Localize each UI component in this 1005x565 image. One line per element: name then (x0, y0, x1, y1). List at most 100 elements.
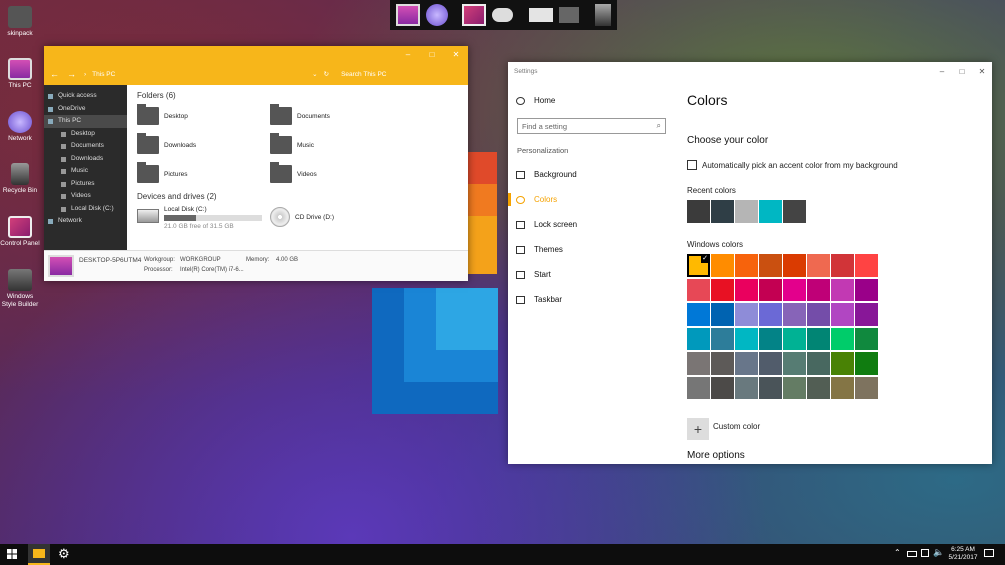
network-icon[interactable] (921, 549, 929, 557)
minimize-button[interactable]: – (932, 67, 952, 76)
refresh-icon[interactable]: ↻ (324, 70, 329, 78)
windows-color-swatch[interactable] (807, 327, 830, 350)
windows-color-swatch[interactable] (711, 303, 734, 326)
back-arrow-icon[interactable]: ← (50, 69, 59, 79)
desktop-icon-network[interactable]: Network (0, 111, 40, 143)
windows-color-swatch[interactable] (735, 303, 758, 326)
windows-color-swatch[interactable] (783, 278, 806, 301)
windows-color-swatch[interactable] (759, 254, 782, 277)
folder-documents[interactable]: Documents (270, 104, 330, 125)
windows-color-swatch[interactable] (783, 303, 806, 326)
windows-color-swatch[interactable] (855, 327, 878, 350)
clock[interactable]: 6:25 AM 5/21/2017 (946, 546, 980, 562)
windows-color-swatch[interactable] (783, 327, 806, 350)
windows-color-swatch[interactable] (783, 376, 806, 399)
battery-icon[interactable] (907, 551, 917, 557)
nav-documents[interactable]: Documents (44, 140, 127, 153)
nav-local-disk[interactable]: Local Disk (C:) (44, 203, 127, 216)
drive-icon[interactable] (529, 8, 554, 22)
auto-accent-checkbox[interactable]: Automatically pick an accent color from … (687, 160, 898, 170)
close-button[interactable]: ✕ (444, 50, 468, 59)
nav-desktop[interactable]: Desktop (44, 128, 127, 141)
start-icon[interactable] (7, 549, 17, 559)
nav-themes[interactable]: Themes (515, 237, 668, 262)
monitor-icon[interactable] (396, 4, 420, 26)
drive-local-disk[interactable]: Local Disk (C:) 21.0 GB free of 31.5 GB (137, 206, 262, 230)
windows-color-swatch[interactable] (807, 278, 830, 301)
nav-home[interactable]: Home (515, 88, 668, 113)
windows-color-swatch[interactable] (831, 303, 854, 326)
desktop-icon-windows-style-builder[interactable]: Windows Style Builder (0, 269, 40, 309)
recent-color-swatch[interactable] (783, 200, 806, 223)
windows-color-swatch[interactable] (687, 352, 710, 375)
windows-color-swatch[interactable] (759, 303, 782, 326)
nav-music[interactable]: Music (44, 165, 127, 178)
trash-icon[interactable] (595, 4, 611, 26)
windows-color-swatch[interactable] (855, 278, 878, 301)
desktop-icon-recycle-bin[interactable]: Recycle Bin (0, 163, 40, 195)
windows-color-swatch[interactable] (711, 254, 734, 277)
find-setting-input[interactable]: Find a setting ⌕ (517, 118, 666, 134)
windows-color-swatch[interactable] (759, 352, 782, 375)
minimize-button[interactable]: – (396, 50, 420, 59)
maximize-button[interactable]: □ (420, 50, 444, 59)
recent-color-swatch[interactable] (759, 200, 782, 223)
recent-color-swatch[interactable] (687, 200, 710, 223)
windows-color-swatch[interactable] (855, 303, 878, 326)
recent-color-swatch[interactable] (711, 200, 734, 223)
nav-taskbar[interactable]: Taskbar (515, 287, 668, 312)
windows-color-swatch[interactable] (807, 254, 830, 277)
breadcrumb[interactable]: This PC (92, 71, 312, 78)
folder-downloads[interactable]: Downloads (137, 133, 196, 154)
nav-onedrive[interactable]: OneDrive (44, 103, 127, 116)
windows-color-swatch[interactable] (759, 327, 782, 350)
windows-color-swatch[interactable] (831, 376, 854, 399)
folder-music[interactable]: Music (270, 133, 314, 154)
windows-color-swatch[interactable] (711, 376, 734, 399)
recent-color-swatch[interactable] (735, 200, 758, 223)
globe-icon[interactable] (425, 4, 448, 26)
checkbox[interactable] (687, 160, 697, 170)
nav-this-pc[interactable]: This PC (44, 115, 127, 128)
folder-videos[interactable]: Videos (270, 162, 317, 183)
windows-color-swatch[interactable] (711, 352, 734, 375)
nav-background[interactable]: Background (515, 162, 668, 187)
windows-color-swatch[interactable] (807, 376, 830, 399)
nav-lock-screen[interactable]: Lock screen (515, 212, 668, 237)
windows-color-swatch[interactable] (735, 254, 758, 277)
windows-color-swatch[interactable] (735, 327, 758, 350)
windows-color-swatch[interactable] (807, 352, 830, 375)
search-icon[interactable]: ⌕ (657, 121, 661, 131)
nav-colors[interactable]: Colors (508, 187, 668, 212)
windows-color-swatch[interactable] (855, 254, 878, 277)
volume-icon[interactable]: 🔈 (933, 547, 944, 558)
up-arrow-icon[interactable]: › (84, 71, 86, 78)
chevron-up-icon[interactable]: ⌃ (894, 548, 901, 557)
windows-color-swatch[interactable] (735, 278, 758, 301)
nav-pictures[interactable]: Pictures (44, 178, 127, 191)
drive-cd[interactable]: CD Drive (D:) (270, 207, 334, 227)
close-button[interactable]: ✕ (972, 67, 992, 76)
windows-color-swatch[interactable] (807, 303, 830, 326)
nav-downloads[interactable]: Downloads (44, 153, 127, 166)
windows-color-swatch[interactable] (759, 278, 782, 301)
windows-color-swatch[interactable] (783, 254, 806, 277)
windows-color-swatch[interactable]: ✓ (687, 254, 710, 277)
custom-color-button[interactable]: + Custom color (687, 412, 760, 440)
forward-arrow-icon[interactable]: → (67, 69, 76, 79)
desktop-icon-control-panel[interactable]: Control Panel (0, 216, 40, 248)
search-input[interactable]: Search This PC (341, 71, 386, 78)
nav-videos[interactable]: Videos (44, 190, 127, 203)
windows-color-swatch[interactable] (687, 376, 710, 399)
folder-pictures[interactable]: Pictures (137, 162, 187, 183)
windows-color-swatch[interactable] (711, 278, 734, 301)
windows-color-swatch[interactable] (831, 327, 854, 350)
windows-color-swatch[interactable] (831, 254, 854, 277)
windows-color-swatch[interactable] (831, 352, 854, 375)
windows-color-swatch[interactable] (759, 376, 782, 399)
gamepad-icon[interactable] (491, 8, 514, 22)
nav-quick-access[interactable]: Quick access (44, 90, 127, 103)
windows-color-swatch[interactable] (735, 376, 758, 399)
windows-color-swatch[interactable] (855, 376, 878, 399)
windows-color-swatch[interactable] (711, 327, 734, 350)
